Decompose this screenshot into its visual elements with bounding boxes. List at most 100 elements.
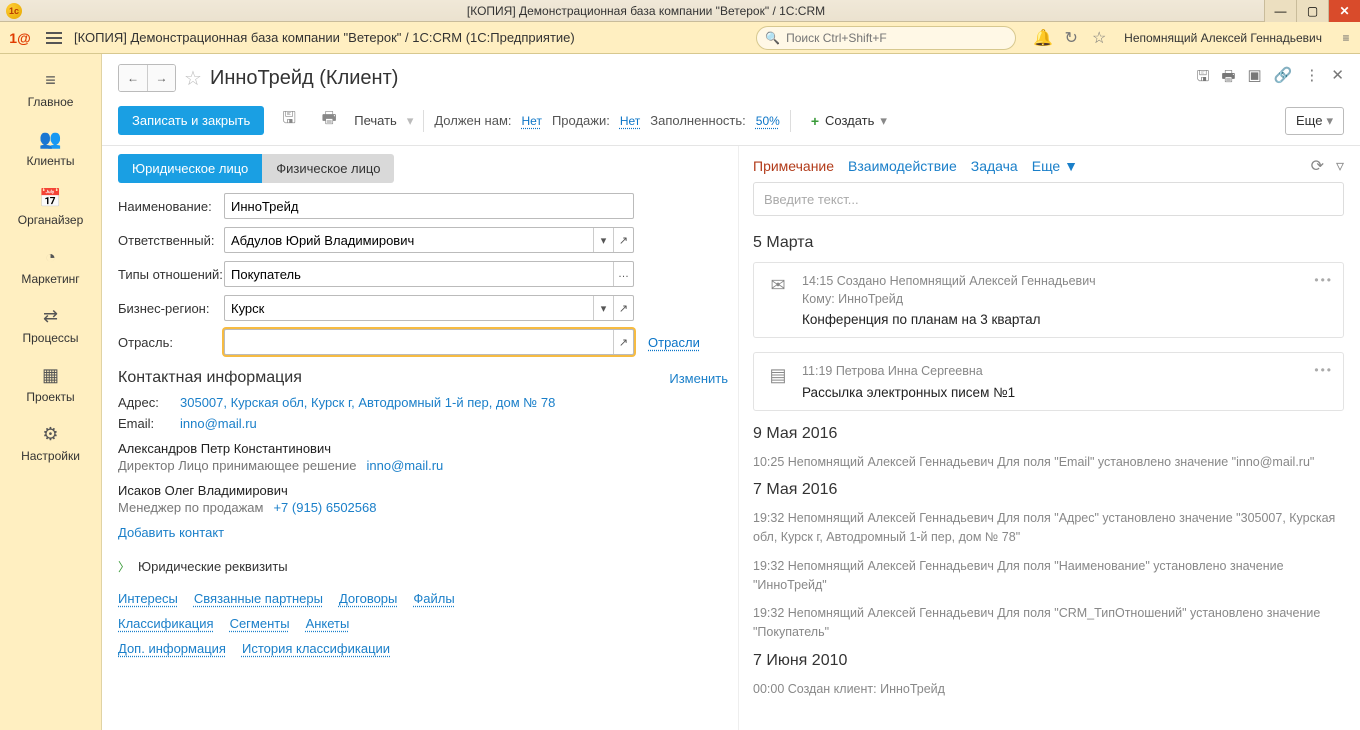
history-icon[interactable]: ↻: [1062, 28, 1080, 48]
open-button[interactable]: ↗: [613, 228, 633, 252]
menu-icon: ≡: [45, 70, 56, 91]
nav-link[interactable]: Доп. информация: [118, 641, 226, 656]
name-label: Наименование:: [118, 199, 224, 214]
app-menu-button[interactable]: ≡: [1338, 31, 1354, 45]
favorite-toggle[interactable]: ☆: [184, 66, 202, 91]
ellipsis-button[interactable]: …: [613, 262, 633, 286]
completeness-value[interactable]: 50%: [756, 114, 780, 128]
owes-value[interactable]: Нет: [522, 114, 542, 128]
industry-link[interactable]: Отрасли: [648, 335, 700, 350]
nav-clients[interactable]: 👥Клиенты: [0, 119, 101, 178]
email-value[interactable]: inno@mail.ru: [180, 416, 257, 431]
nav-processes-label: Процессы: [22, 331, 78, 345]
open-button[interactable]: ↗: [613, 330, 633, 354]
search-input[interactable]: [786, 31, 1007, 45]
nav-link[interactable]: Связанные партнеры: [194, 591, 323, 606]
navbar: ≡Главное 👥Клиенты 📅Органайзер ◔Маркетинг…: [0, 54, 102, 730]
save-icon[interactable]: 🖫: [1197, 66, 1210, 91]
nav-marketing[interactable]: ◔Маркетинг: [0, 237, 101, 296]
nav-settings[interactable]: ⚙Настройки: [0, 414, 101, 473]
edit-contact-link[interactable]: Изменить: [669, 371, 728, 386]
nav-link[interactable]: Анкеты: [306, 616, 350, 631]
filter-icon[interactable]: ▿: [1336, 156, 1344, 176]
save-close-button[interactable]: Записать и закрыть: [118, 106, 264, 135]
nav-clients-label: Клиенты: [26, 154, 74, 168]
address-value[interactable]: 305007, Курская обл, Курск г, Автодромны…: [180, 395, 555, 410]
save-button[interactable]: 🖫: [274, 107, 304, 135]
nav-forward-button[interactable]: →: [147, 65, 175, 91]
nav-main[interactable]: ≡Главное: [0, 60, 101, 119]
person-role: Директор Лицо принимающее решение: [118, 458, 356, 473]
completeness-label: Заполненность:: [650, 113, 746, 128]
sliders-icon: ⚙: [42, 424, 58, 445]
refresh-icon[interactable]: ⟳: [1311, 156, 1324, 176]
os-maximize-button[interactable]: ▢: [1296, 0, 1328, 22]
tab-legal[interactable]: Юридическое лицо: [118, 154, 262, 183]
dropdown-button[interactable]: ▾: [593, 296, 613, 320]
relations-label: Типы отношений:: [118, 267, 224, 282]
log-entry: 19:32 Непомнящий Алексей Геннадьевич Для…: [753, 557, 1344, 595]
industry-label: Отрасль:: [118, 335, 224, 350]
relations-input[interactable]: [225, 267, 613, 282]
name-input[interactable]: [225, 199, 633, 214]
feed-text-input[interactable]: Введите текст...: [753, 182, 1344, 216]
report-icon[interactable]: ▣: [1248, 66, 1262, 91]
print-head-icon[interactable]: 🖶: [1221, 66, 1235, 91]
feed-tab-task[interactable]: Задача: [971, 158, 1018, 174]
nav-link[interactable]: Классификация: [118, 616, 214, 631]
os-title: [КОПИЯ] Демонстрационная база компании "…: [28, 4, 1264, 18]
os-minimize-button[interactable]: —: [1264, 0, 1296, 22]
star-icon[interactable]: ☆: [1090, 28, 1108, 48]
bell-icon[interactable]: 🔔: [1034, 28, 1052, 48]
page-header: ← → ☆ ИнноТрейд (Клиент) 🖫 🖶 ▣ 🔗 ⋮ ✕: [102, 54, 1360, 100]
top-icons: 🔔 ↻ ☆ Непомнящий Алексей Геннадьевич ≡: [1034, 28, 1354, 48]
industry-input[interactable]: [225, 335, 613, 350]
nav-link[interactable]: Сегменты: [230, 616, 290, 631]
current-user[interactable]: Непомнящий Алексей Геннадьевич: [1124, 31, 1322, 45]
close-page-button[interactable]: ✕: [1331, 66, 1344, 91]
kebab-icon[interactable]: ⋮: [1304, 66, 1319, 91]
legal-details-toggle[interactable]: 〉 Юридические реквизиты: [118, 558, 728, 575]
card-title: Рассылка электронных писем №1: [802, 385, 1331, 400]
nav-link[interactable]: Интересы: [118, 591, 178, 606]
os-close-button[interactable]: ✕: [1328, 0, 1360, 22]
calendar-icon: 📅: [39, 188, 61, 209]
nav-back-button[interactable]: ←: [119, 65, 147, 91]
global-search[interactable]: 🔍: [756, 26, 1016, 50]
owes-label: Должен нам:: [434, 113, 511, 128]
legal-details-label: Юридические реквизиты: [138, 559, 288, 574]
card-more-button[interactable]: •••: [1314, 363, 1333, 377]
more-button[interactable]: Еще▾: [1285, 107, 1344, 135]
person-name: Исаков Олег Владимирович: [118, 483, 728, 498]
nav-organizer[interactable]: 📅Органайзер: [0, 178, 101, 237]
person-contact-link[interactable]: inno@mail.ru: [366, 458, 443, 473]
responsible-input[interactable]: [225, 233, 593, 248]
feed-date-header: 5 Марта: [753, 234, 1344, 252]
sales-label: Продажи:: [552, 113, 610, 128]
add-contact-link[interactable]: Добавить контакт: [118, 525, 224, 540]
nav-link[interactable]: Договоры: [339, 591, 397, 606]
main-menu-button[interactable]: [42, 26, 66, 50]
open-button[interactable]: ↗: [613, 296, 633, 320]
nav-link[interactable]: Файлы: [413, 591, 454, 606]
feed-card[interactable]: ✉ 14:15 Создано Непомнящий Алексей Генна…: [753, 262, 1344, 338]
nav-link[interactable]: История классификации: [242, 641, 390, 656]
nav-projects[interactable]: ▦Проекты: [0, 355, 101, 414]
feed-tab-more[interactable]: Еще ▼: [1032, 158, 1078, 174]
create-button[interactable]: +Создать▾: [801, 108, 897, 134]
print-button[interactable]: 🖶: [314, 107, 344, 135]
link-icon[interactable]: 🔗: [1274, 66, 1293, 91]
region-input[interactable]: [225, 301, 593, 316]
dropdown-button[interactable]: ▾: [593, 228, 613, 252]
card-more-button[interactable]: •••: [1314, 273, 1333, 287]
sales-value[interactable]: Нет: [620, 114, 640, 128]
logo-1c: 1@: [6, 28, 34, 48]
feed-card[interactable]: ▤ 11:19 Петрова Инна Сергеевна Рассылка …: [753, 352, 1344, 411]
tab-individual[interactable]: Физическое лицо: [262, 154, 394, 183]
feed-tab-note[interactable]: Примечание: [753, 158, 834, 174]
nav-processes[interactable]: ⇄Процессы: [0, 296, 101, 355]
print-label[interactable]: Печать: [354, 113, 397, 128]
person-contact-link[interactable]: +7 (915) 6502568: [273, 500, 376, 515]
feed-tab-interaction[interactable]: Взаимодействие: [848, 158, 957, 174]
feed-date-header: 7 Мая 2016: [753, 481, 1344, 499]
